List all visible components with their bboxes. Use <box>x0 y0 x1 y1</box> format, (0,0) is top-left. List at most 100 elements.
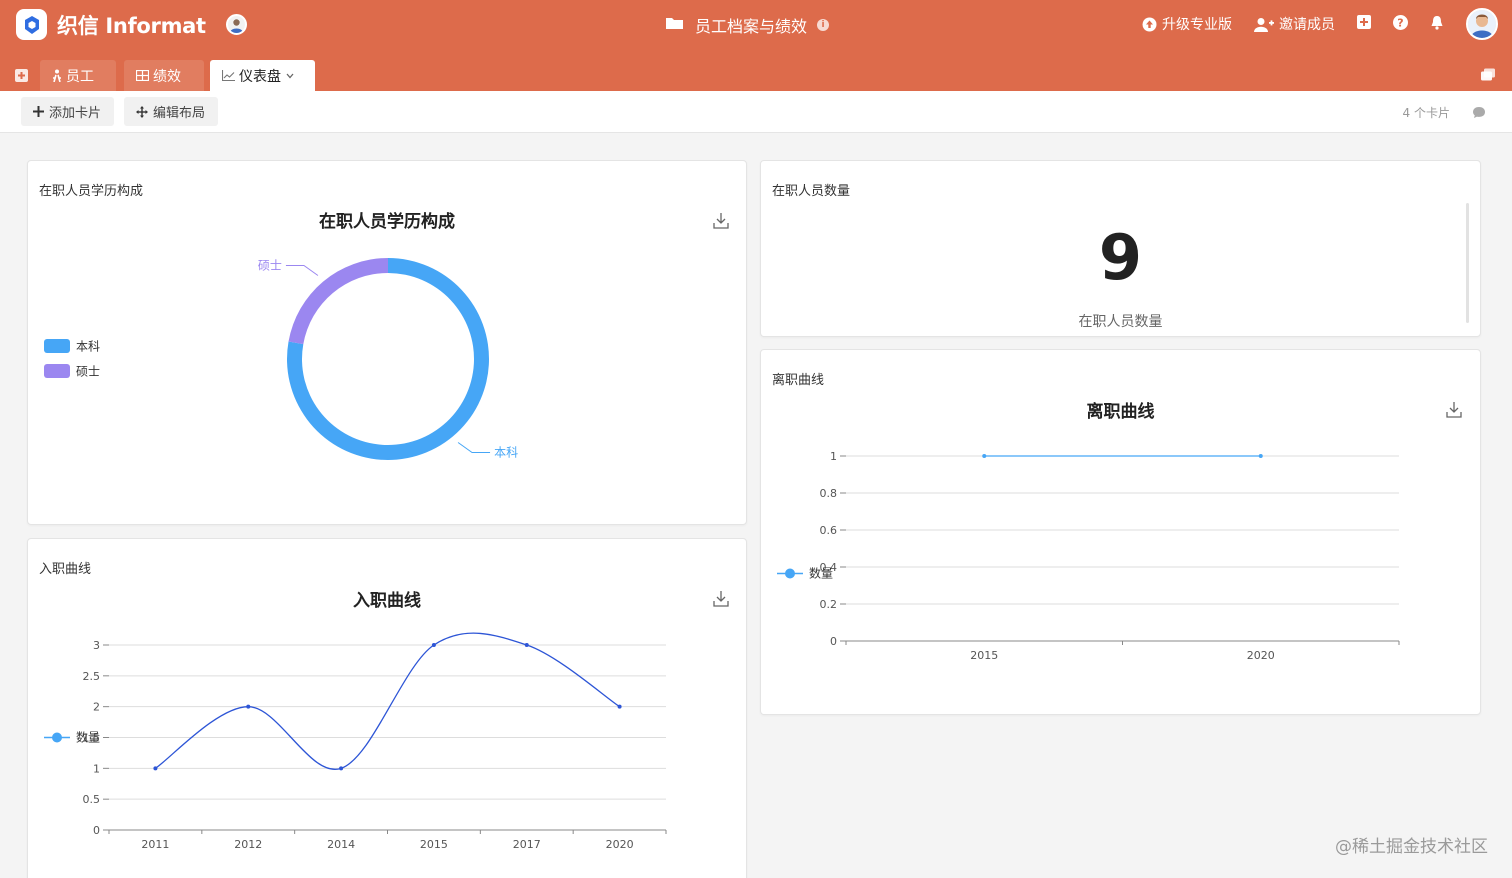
chart-title: 入职曲线 <box>353 591 421 611</box>
brand-name: 织信 Informat <box>57 13 206 38</box>
brand[interactable]: 织信 Informat <box>16 9 247 40</box>
download-icon[interactable] <box>1446 401 1462 422</box>
upgrade-button[interactable]: 升级专业版 <box>1142 14 1232 34</box>
legend-swatch <box>44 339 70 353</box>
legend-marker <box>52 732 62 743</box>
svg-text:?: ? <box>1397 16 1403 29</box>
x-tick-label: 2020 <box>606 838 634 851</box>
add-tab-button[interactable] <box>15 67 28 86</box>
arrow-up-circle-icon <box>1142 17 1157 32</box>
y-tick-label: 1 <box>93 762 100 775</box>
x-tick-label: 2012 <box>234 838 262 851</box>
dashboard-toolbar: 添加卡片 编辑布局 4 个卡片 <box>0 91 1512 133</box>
pie-label-line <box>285 265 319 276</box>
pie-slice-硕士 <box>288 258 388 345</box>
download-icon[interactable] <box>713 590 729 611</box>
user-avatar[interactable] <box>1466 8 1498 40</box>
legend-label: 硕士 <box>76 365 100 379</box>
bell-icon <box>1430 15 1444 34</box>
info-icon[interactable]: i <box>817 19 830 31</box>
add-button[interactable] <box>1357 15 1371 33</box>
tab-employees[interactable]: 员工 <box>40 60 116 91</box>
data-point <box>431 643 436 647</box>
card-headcount[interactable]: 在职人员数量 9 在职人员数量 <box>760 160 1481 337</box>
pie-label-line <box>457 442 491 453</box>
card-leaving[interactable]: 离职曲线 离职曲线 0 0.2 0.4 0.6 0.8 1 2015 2020 数量 <box>760 349 1481 715</box>
x-tick-label: 2014 <box>327 838 355 851</box>
card-education[interactable]: 在职人员学历构成 在职人员学历构成 本科 硕士 本科 硕士 <box>27 160 747 525</box>
plus-square-icon <box>1357 15 1371 33</box>
data-point <box>153 766 158 771</box>
leaving-line-chart: 00.20.40.60.812015 2020数量 <box>777 450 1400 662</box>
y-tick-label: 0 <box>830 635 837 648</box>
copy-icon <box>1481 68 1495 81</box>
help-button[interactable]: ? <box>1393 14 1408 34</box>
x-tick-label: 2017 <box>513 838 541 851</box>
tab-dashboard[interactable]: 仪表盘 <box>210 60 315 91</box>
person-icon <box>52 69 62 82</box>
x-tick-label: 2015 <box>420 838 448 851</box>
y-tick-label: 0.8 <box>820 487 838 500</box>
x-tick-label: 2020 <box>1247 649 1275 662</box>
owner-avatar[interactable] <box>225 14 247 35</box>
data-point <box>982 454 987 458</box>
tab-label: 员工 <box>66 68 94 85</box>
card-count: 4 个卡片 <box>1402 106 1450 120</box>
legend-swatch <box>44 364 70 378</box>
card-label: 入职曲线 <box>39 562 92 577</box>
chevron-down-icon <box>286 73 294 79</box>
edit-layout-button[interactable]: 编辑布局 <box>124 97 218 126</box>
card-label: 在职人员数量 <box>772 184 851 199</box>
comment-icon[interactable] <box>1472 104 1486 123</box>
notification-button[interactable] <box>1430 15 1444 34</box>
y-tick-label: 2 <box>93 701 100 714</box>
donut-chart: 本科硕士本科硕士 <box>44 258 518 460</box>
y-tick-label: 3 <box>93 639 100 652</box>
tab-row: 员工 绩效 仪表盘 <box>0 58 1512 91</box>
legend-label: 数量 <box>809 566 833 581</box>
tab-performance[interactable]: 绩效 <box>124 60 204 91</box>
legend-label: 本科 <box>76 340 100 354</box>
plus-square-icon <box>15 69 28 82</box>
data-point <box>1258 454 1263 458</box>
card-hiring[interactable]: 入职曲线 入职曲线 0 0.5 1 1.5 2 2.5 3 2011 2012 2014 2015 2… <box>27 538 747 878</box>
data-point <box>524 643 529 647</box>
x-tick-label: 2015 <box>970 649 998 662</box>
data-point <box>617 704 622 709</box>
tab-label: 仪表盘 <box>239 68 281 85</box>
scrollbar[interactable] <box>1466 203 1469 323</box>
add-card-button[interactable]: 添加卡片 <box>21 97 114 126</box>
y-tick-label: 2.5 <box>83 670 101 683</box>
headcount-subtitle: 在职人员数量 <box>1078 314 1163 330</box>
watermark: @稀土掘金技术社区 <box>1335 837 1488 857</box>
x-tick-label: 2011 <box>141 838 169 851</box>
hiring-line-chart: 00.511.522.532011 2012 2014 2015 2017 2020数量 <box>44 632 667 851</box>
legend-marker <box>785 568 795 579</box>
brand-logo-icon <box>16 9 47 40</box>
add-card-label: 添加卡片 <box>49 106 102 121</box>
app-title: 员工档案与绩效 <box>695 17 808 36</box>
y-tick-label: 1 <box>830 450 837 463</box>
app-title-bar[interactable]: 员工档案与绩效 i <box>665 13 830 37</box>
folder-icon <box>665 15 685 35</box>
copy-button[interactable] <box>1480 67 1496 86</box>
headcount-value: 9 <box>1098 221 1143 294</box>
invite-label: 邀请成员 <box>1279 17 1335 33</box>
series-line <box>155 632 620 770</box>
card-label: 离职曲线 <box>772 373 825 388</box>
pie-label: 本科 <box>494 445 518 459</box>
invite-button[interactable]: 邀请成员 <box>1254 14 1335 34</box>
question-icon: ? <box>1393 14 1408 34</box>
data-point <box>339 766 344 771</box>
move-icon <box>136 105 148 118</box>
legend-label: 数量 <box>76 730 100 745</box>
data-point <box>246 704 251 709</box>
upgrade-label: 升级专业版 <box>1162 17 1232 33</box>
edit-layout-label: 编辑布局 <box>153 106 206 121</box>
y-tick-label: 0.5 <box>83 793 101 806</box>
add-user-icon <box>1254 17 1274 32</box>
plus-icon <box>33 106 44 117</box>
top-right-actions: 升级专业版 邀请成员 ? <box>1120 8 1498 40</box>
y-tick-label: 0.2 <box>820 598 838 611</box>
card-label: 在职人员学历构成 <box>39 184 144 199</box>
